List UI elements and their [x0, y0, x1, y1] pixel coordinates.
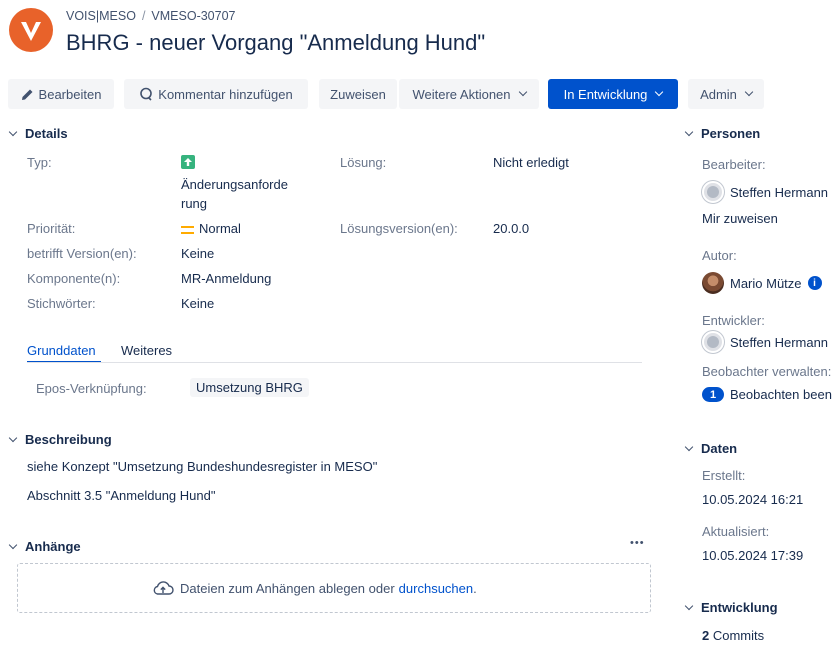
attachment-dropzone[interactable]: Dateien zum Anhängen ablegen oder durchsu… [17, 563, 651, 613]
admin-button[interactable]: Admin [688, 79, 764, 109]
affects-version-label: betrifft Version(en): [27, 246, 137, 261]
people-section-toggle[interactable]: Personen [684, 126, 761, 141]
chevron-down-icon [655, 87, 664, 97]
details-section-toggle[interactable]: Details [8, 126, 68, 141]
dropzone-text: Dateien zum Anhängen ablegen oder [180, 580, 395, 596]
created-label: Erstellt: [702, 468, 746, 483]
development-header: Entwicklung [701, 600, 778, 615]
attachments-more-menu[interactable]: ••• [630, 537, 645, 549]
description-line1: siehe Konzept "Umsetzung Bundeshundesreg… [27, 459, 378, 474]
priority-label: Priorität: [27, 221, 76, 236]
breadcrumb-issue-key[interactable]: VMESO-30707 [151, 9, 235, 23]
epic-link-value[interactable]: Umsetzung BHRG [190, 378, 309, 397]
edit-button[interactable]: Bearbeiten [8, 79, 114, 109]
updated-value: 10.05.2024 17:39 [702, 548, 804, 563]
default-avatar-icon [702, 331, 724, 353]
development-section-toggle[interactable]: Entwicklung [684, 600, 778, 615]
details-header: Details [25, 126, 68, 141]
status-label: In Entwicklung [563, 86, 648, 102]
browse-link[interactable]: durchsuchen [399, 581, 473, 596]
type-label: Typ: [27, 155, 52, 170]
priority-value[interactable]: Normal [181, 221, 241, 236]
fix-version-value[interactable]: 20.0.0 [493, 221, 529, 236]
description-section-toggle[interactable]: Beschreibung [8, 432, 112, 447]
description-header: Beschreibung [25, 432, 112, 447]
chevron-down-icon [518, 87, 527, 97]
updated-label: Aktualisiert: [702, 524, 770, 539]
developer-name: Steffen Hermann [730, 334, 829, 350]
attachments-section-toggle[interactable]: Anhänge [8, 539, 81, 554]
created-value: 10.05.2024 16:21 [702, 492, 804, 507]
more-actions-label: Weitere Aktionen [412, 86, 511, 102]
tab-divider [27, 362, 642, 363]
add-comment-label: Kommentar hinzufügen [158, 86, 293, 102]
breadcrumb-project[interactable]: VOIS|MESO [66, 9, 136, 23]
commits-link[interactable]: 2 Commits [702, 628, 764, 643]
tab-grunddaten[interactable]: Grunddaten [27, 343, 96, 358]
assign-to-me-link[interactable]: Mir zuweisen [702, 211, 778, 226]
reporter[interactable]: Mario Mütze i [702, 272, 822, 294]
fix-version-label: Lösungsversion(en): [340, 221, 458, 236]
watch-toggle[interactable]: 1 Beobachten been [702, 387, 832, 402]
breadcrumb: VOIS|MESO / VMESO-30707 [66, 9, 236, 23]
chevron-down-icon [8, 127, 18, 136]
people-header: Personen [701, 126, 761, 141]
watch-count-badge: 1 [702, 387, 724, 402]
chevron-down-icon [684, 601, 694, 610]
assign-button[interactable]: Zuweisen [319, 79, 397, 109]
dates-section-toggle[interactable]: Daten [684, 441, 738, 456]
labels-value: Keine [181, 296, 215, 311]
component-label: Komponente(n): [27, 271, 121, 286]
resolution-label: Lösung: [340, 155, 387, 170]
status-button[interactable]: In Entwicklung [548, 79, 678, 109]
dates-header: Daten [701, 441, 738, 456]
watchers-label[interactable]: Beobachter verwalten: [702, 364, 831, 379]
comment-icon [140, 87, 153, 101]
pencil-icon [21, 89, 33, 100]
reporter-label: Autor: [702, 248, 737, 263]
developer-label: Entwickler: [702, 313, 765, 328]
epic-link-label: Epos-Verknüpfung: [36, 381, 147, 396]
commit-label: Commits [712, 628, 765, 643]
type-value-line2: rung [181, 196, 208, 211]
project-logo[interactable] [9, 8, 53, 52]
type-value-line1: Änderungsanforde [181, 177, 288, 192]
default-avatar-icon [702, 181, 724, 203]
assign-label: Zuweisen [330, 86, 386, 102]
more-actions-button[interactable]: Weitere Aktionen [399, 79, 539, 109]
labels-label: Stichwörter: [27, 296, 96, 311]
dropzone-period: . [473, 580, 477, 596]
breadcrumb-separator: / [141, 9, 146, 23]
add-comment-button[interactable]: Kommentar hinzufügen [124, 79, 308, 109]
tab-weiteres[interactable]: Weiteres [121, 343, 172, 358]
cloud-upload-icon [153, 581, 174, 595]
reporter-name: Mario Mütze [730, 275, 802, 291]
change-request-type-icon [181, 155, 195, 169]
component-value[interactable]: MR-Anmeldung [181, 271, 271, 286]
chevron-down-icon [8, 433, 18, 442]
watch-text: Beobachten been [730, 387, 832, 402]
chevron-down-icon [8, 540, 18, 549]
admin-label: Admin [700, 86, 737, 102]
chevron-down-icon [684, 127, 694, 136]
issue-title[interactable]: BHRG - neuer Vorgang "Anmeldung Hund" [66, 30, 485, 56]
edit-button-label: Bearbeiten [38, 86, 102, 102]
reporter-avatar [702, 272, 724, 294]
resolution-value: Nicht erledigt [493, 155, 569, 170]
priority-medium-icon [181, 225, 194, 234]
assignee-name: Steffen Hermann [730, 184, 829, 200]
assignee-label: Bearbeiter: [702, 157, 766, 172]
developer[interactable]: Steffen Hermann [702, 331, 828, 353]
attachments-header: Anhänge [25, 539, 81, 554]
priority-text: Normal [199, 221, 241, 236]
assignee[interactable]: Steffen Hermann [702, 181, 828, 203]
commit-count: 2 [702, 628, 710, 643]
chevron-down-icon [744, 87, 754, 97]
description-line2: Abschnitt 3.5 "Anmeldung Hund" [27, 488, 216, 503]
affects-version-value: Keine [181, 246, 215, 261]
info-icon[interactable]: i [807, 276, 822, 290]
chevron-down-icon [684, 442, 694, 451]
